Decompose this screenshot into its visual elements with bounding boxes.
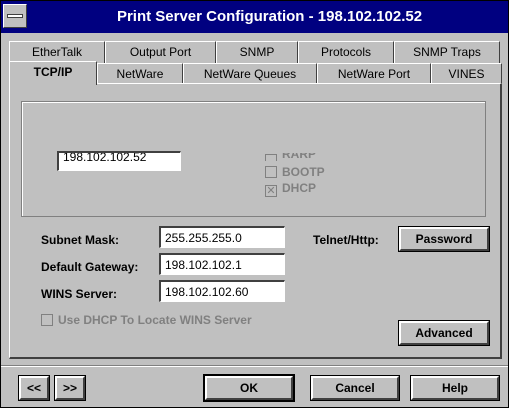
dhcp-checkbox[interactable]: ✕ DHCP xyxy=(265,181,316,197)
advanced-button[interactable]: Advanced xyxy=(398,320,490,346)
password-button[interactable]: Password xyxy=(398,226,490,252)
system-menu-icon[interactable] xyxy=(3,4,27,28)
bootp-check-icon xyxy=(265,166,277,178)
rarp-checkbox[interactable]: RARP xyxy=(265,153,316,161)
wins-server-label: WINS Server: xyxy=(41,287,118,301)
ok-button[interactable]: OK xyxy=(203,374,295,402)
subnet-mask-label: Subnet Mask: xyxy=(41,233,120,247)
title-bar: Print Server Configuration - 198.102.102… xyxy=(1,1,508,33)
tab-snmp-traps[interactable]: SNMP Traps xyxy=(394,41,500,63)
tab-snmp[interactable]: SNMP xyxy=(216,41,298,63)
tab-netware-queues[interactable]: NetWare Queues xyxy=(183,63,317,85)
dhcp-check-icon: ✕ xyxy=(265,185,277,197)
tab-netware[interactable]: NetWare xyxy=(97,63,183,85)
default-gateway-field[interactable] xyxy=(159,253,285,275)
print-server-config-window: Print Server Configuration - 198.102.102… xyxy=(0,0,509,408)
tab-netware-port[interactable]: NetWare Port xyxy=(317,63,431,85)
cancel-button[interactable]: Cancel xyxy=(310,375,400,401)
rarp-check-icon xyxy=(265,154,277,161)
tab-protocols[interactable]: Protocols xyxy=(298,41,394,63)
telnet-http-label: Telnet/Http: xyxy=(313,233,379,247)
bottom-separator xyxy=(1,365,508,367)
wins-server-field[interactable] xyxy=(159,280,285,302)
tab-output-port[interactable]: Output Port xyxy=(105,41,216,63)
help-button[interactable]: Help xyxy=(410,375,500,401)
window-title: Print Server Configuration - 198.102.102… xyxy=(116,8,423,25)
tab-vines[interactable]: VINES xyxy=(431,63,502,85)
tab-tcpip[interactable]: TCP/IP xyxy=(9,61,97,85)
default-gateway-label: Default Gateway: xyxy=(41,260,139,274)
subnet-mask-field[interactable] xyxy=(159,226,285,248)
use-dhcp-wins-checkbox[interactable]: Use DHCP To Locate WINS Server xyxy=(41,313,252,327)
previous-tab-button[interactable]: << xyxy=(18,375,50,401)
tab-ethertalk[interactable]: EtherTalk xyxy=(9,41,105,63)
bootp-checkbox[interactable]: BOOTP xyxy=(265,165,325,179)
ip-address-field[interactable]: 198.102.102.52 xyxy=(57,151,181,171)
next-tab-button[interactable]: >> xyxy=(54,375,86,401)
use-dhcp-wins-check-icon xyxy=(41,314,53,326)
